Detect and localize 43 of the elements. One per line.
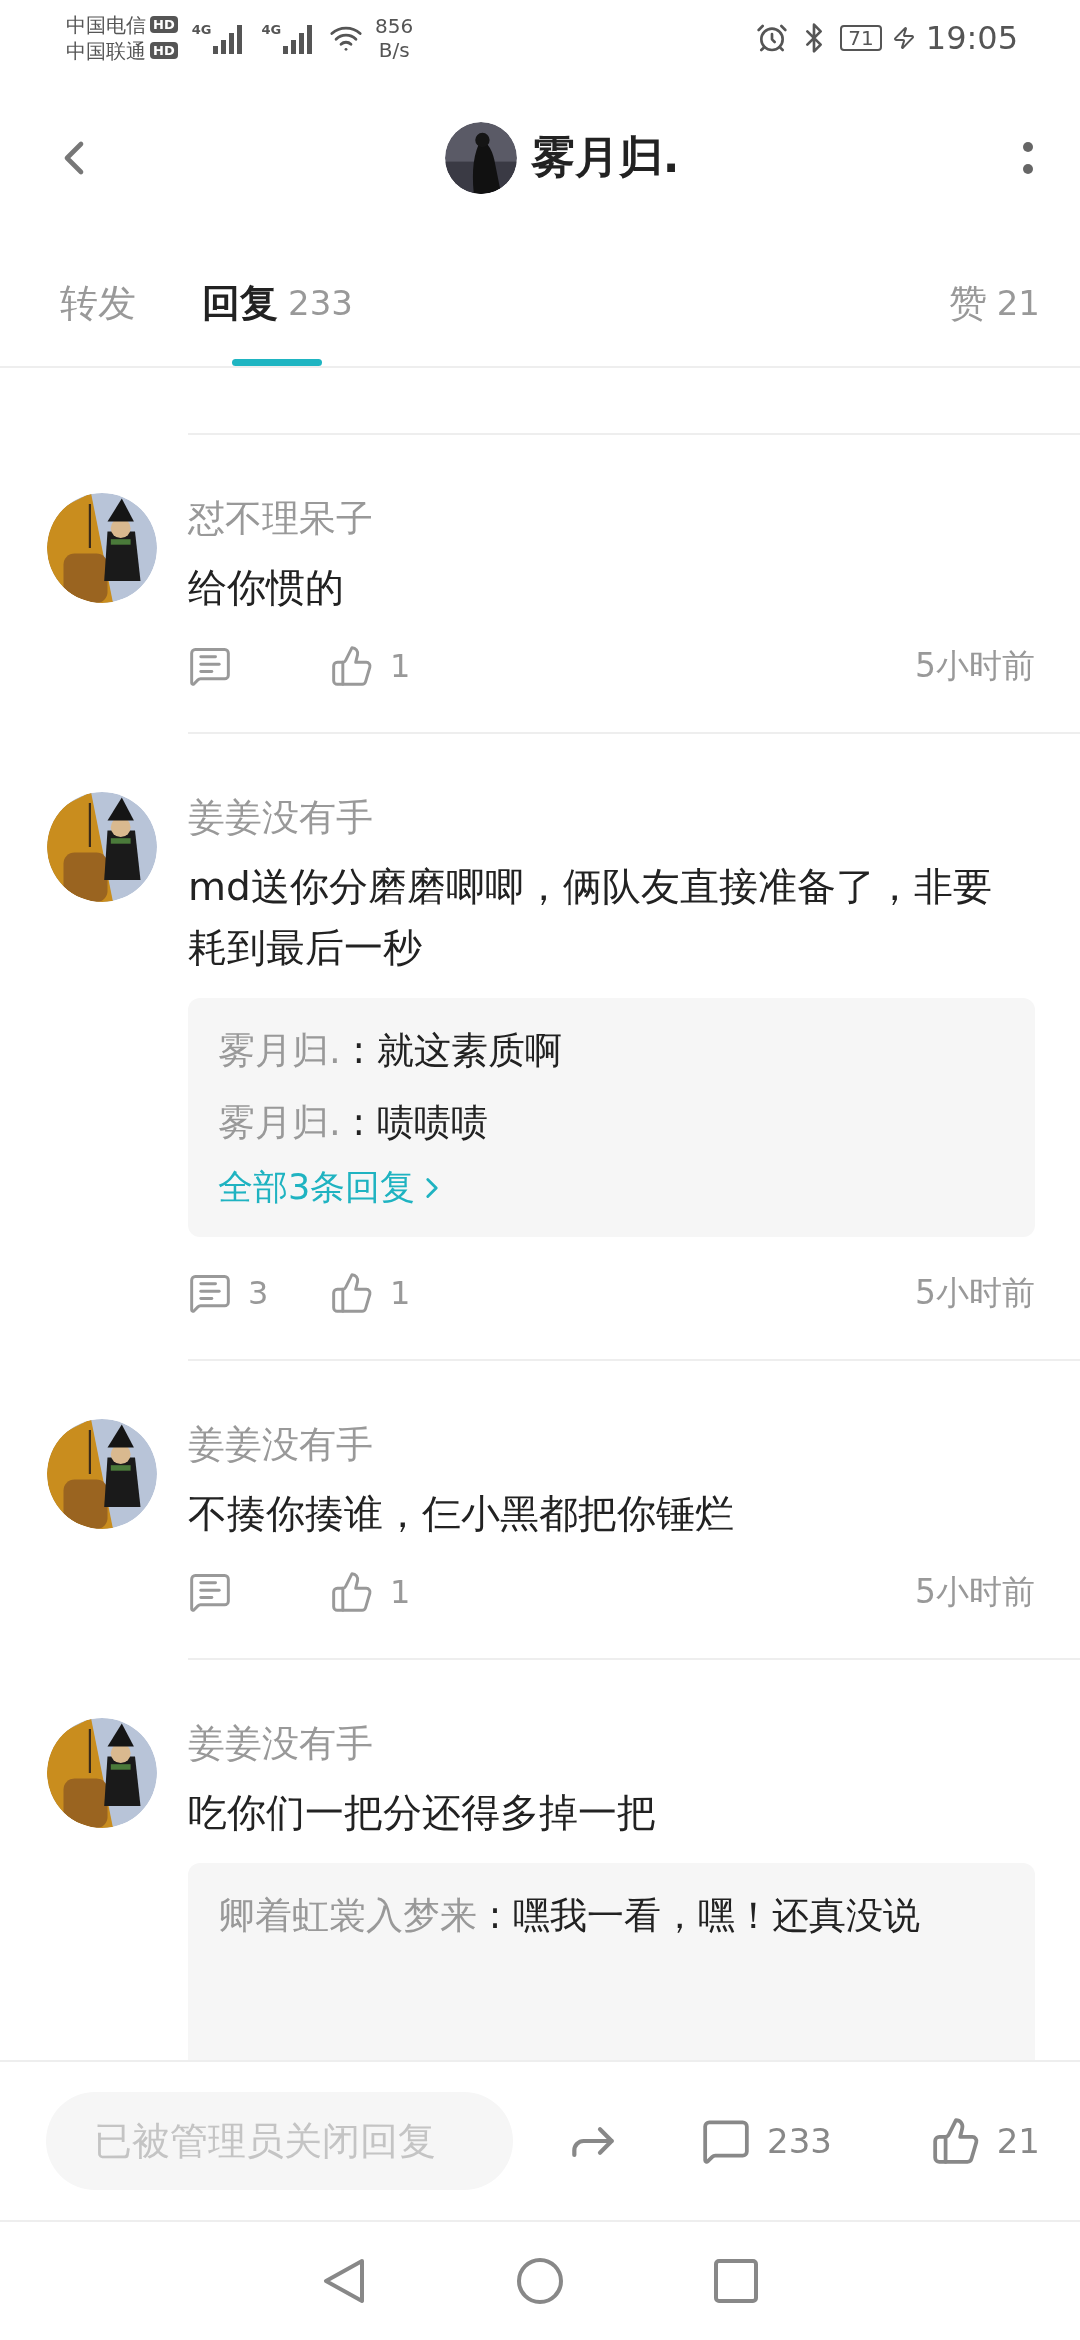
comment-button[interactable]: 233 — [701, 2116, 832, 2166]
comment-time: 5小时前 — [915, 644, 1035, 687]
carrier-name: 中国联通 — [66, 38, 146, 63]
thumbs-up-icon — [330, 1570, 374, 1614]
network-speed: 856 — [375, 13, 414, 38]
battery-level: 71 — [840, 24, 882, 51]
network-label: 4G — [261, 21, 282, 37]
comment-text: 吃你们一把分还得多掉一把 — [188, 1789, 657, 1837]
like-button[interactable]: 1 — [330, 1570, 450, 1614]
hd-badge: HD — [150, 42, 178, 59]
tab[interactable]: 回复 233 — [202, 240, 353, 366]
reply-text: 卿着虹裳入梦来 : 嘿我一看，嘿！还真没说 — [218, 1893, 921, 1939]
like-button[interactable]: 21 — [930, 2116, 1040, 2166]
comment-author[interactable]: 姜姜没有手 — [188, 792, 1035, 844]
carrier-name: 中国电信 — [66, 12, 146, 37]
thumbs-up-icon — [330, 644, 374, 688]
comment-text: 不揍你揍谁，仨小黑都把你锤烂 — [188, 1490, 735, 1538]
comment-text: 给你惯的 — [188, 564, 345, 612]
comment-author[interactable]: 姜姜没有手 — [188, 1419, 1035, 1471]
nav-back-icon[interactable] — [322, 2257, 366, 2305]
like-button[interactable]: 1 — [330, 644, 450, 688]
tab[interactable]: 赞 21 — [948, 240, 1040, 366]
comment-author[interactable]: 怼不理呆子 — [188, 493, 1035, 545]
comment-time: 5小时前 — [915, 1570, 1035, 1613]
thumbs-up-icon — [930, 2116, 981, 2166]
reply-text: 雾月归. : 就这素质啊 — [218, 1028, 563, 1074]
comment-text: md送你分磨磨唧唧，俩队友直接准备了，非要耗到最后一秒 — [188, 863, 993, 972]
comment-author[interactable]: 姜姜没有手 — [188, 1718, 1035, 1770]
clock-time: 19:05 — [925, 18, 1018, 57]
charging-icon — [891, 25, 916, 50]
all-replies-link[interactable]: 全部3条回复 — [218, 1164, 450, 1211]
reply-text: 雾月归. : 啧啧啧 — [218, 1100, 489, 1146]
page-title: 雾月归. — [530, 130, 680, 184]
nav-home-icon[interactable] — [516, 2257, 564, 2305]
like-button[interactable]: 1 — [330, 1271, 450, 1315]
hd-badge: HD — [150, 16, 178, 33]
reply-button[interactable]: 3 — [188, 1271, 330, 1315]
comment-time: 5小时前 — [915, 1271, 1035, 1314]
network-label: 4G — [191, 21, 212, 37]
speed-unit: B/s — [378, 37, 410, 62]
thumbs-up-icon — [330, 1271, 374, 1315]
nav-recents-icon[interactable] — [714, 2259, 758, 2303]
tab[interactable]: 转发 — [60, 240, 136, 366]
